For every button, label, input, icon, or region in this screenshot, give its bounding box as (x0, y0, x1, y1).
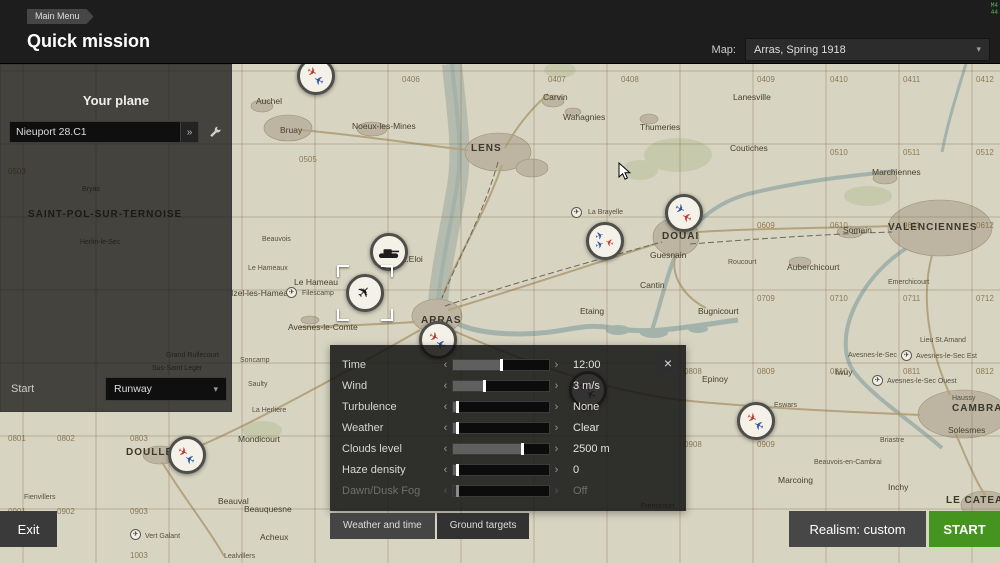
setting-row-weather: Weather‹ › Clear (342, 417, 674, 438)
slider-increase-button[interactable]: › (550, 401, 563, 413)
slider-increase-button[interactable]: › (550, 422, 563, 434)
slider-thumb[interactable] (456, 464, 459, 476)
setting-row-turbulence: Turbulence‹ › None (342, 396, 674, 417)
slider-decrease-button[interactable]: ‹ (439, 380, 452, 392)
setting-value: Off (573, 485, 587, 497)
start-select[interactable]: Runway ▾ (105, 377, 227, 401)
setting-row-haze-density: Haze density‹ › 0 (342, 459, 674, 480)
plane-select-value: Nieuport 28.C1 (10, 126, 180, 138)
quick-mission-screen: { "header": { "breadcrumb": "Main Menu",… (0, 0, 1000, 563)
airfield-icon: ✈ (901, 350, 912, 361)
slider-increase-button[interactable]: › (550, 359, 563, 371)
start-button[interactable]: START (929, 511, 1000, 547)
slider-thumb[interactable] (500, 359, 503, 371)
setting-value: 12:00 (573, 359, 601, 371)
slider-thumb[interactable] (521, 443, 524, 455)
debug-counter: M4 44 (991, 2, 998, 16)
slider-thumb[interactable] (483, 380, 486, 392)
slider-track[interactable] (452, 485, 550, 497)
slider-track[interactable] (452, 443, 550, 455)
slider-track[interactable] (452, 359, 550, 371)
slider-decrease-button[interactable]: ‹ (439, 359, 452, 371)
map-select[interactable]: Arras, Spring 1918 ▾ (745, 38, 990, 61)
map-select-value: Arras, Spring 1918 (754, 44, 846, 56)
header-bar: Main Menu Quick mission Map: Arras, Spri… (0, 0, 1000, 64)
exit-button[interactable]: Exit (0, 511, 57, 547)
setting-label: Wind (342, 380, 439, 392)
airfield-icon: ✈ (872, 375, 883, 386)
slider-decrease-button[interactable]: ‹ (439, 464, 452, 476)
setting-label: Dawn/Dusk Fog (342, 485, 439, 497)
mission-icon[interactable]: ✈✈✈ (586, 222, 624, 260)
mission-icon[interactable]: ✈✈ (168, 436, 206, 474)
setting-value: 3 m/s (573, 380, 600, 392)
slider-increase-button[interactable]: › (550, 485, 563, 497)
panel-title: Your plane (1, 93, 231, 108)
setting-label: Time (342, 359, 439, 371)
dialog-tabs: Weather and timeGround targets (330, 513, 529, 539)
plane-modifications-button[interactable] (205, 122, 225, 142)
selection-brackets (337, 265, 393, 321)
setting-label: Weather (342, 422, 439, 434)
selection-bracket-corner (337, 309, 349, 321)
airfield-icon: ✈ (130, 529, 141, 540)
setting-value: Clear (573, 422, 599, 434)
slider-decrease-button[interactable]: ‹ (439, 422, 452, 434)
close-icon: × (664, 355, 672, 371)
breadcrumb-label: Main Menu (35, 11, 80, 21)
setting-value: 2500 m (573, 443, 610, 455)
slider-track[interactable] (452, 422, 550, 434)
selection-bracket-corner (381, 309, 393, 321)
realism-button[interactable]: Realism: custom (789, 511, 926, 547)
slider-track[interactable] (452, 464, 550, 476)
page-title: Quick mission (27, 31, 150, 52)
setting-label: Clouds level (342, 443, 439, 455)
slider-decrease-button[interactable]: ‹ (439, 401, 452, 413)
settings-rows: Time‹›12:00Wind‹›3 m/sTurbulence‹›NoneWe… (342, 354, 674, 501)
mission-icon[interactable]: ✈✈ (737, 402, 775, 440)
slider-increase-button[interactable]: › (550, 443, 563, 455)
tab-weather-and-time[interactable]: Weather and time (330, 513, 435, 539)
slider-fill (453, 381, 484, 391)
setting-row-time: Time‹ › 12:00 (342, 354, 674, 375)
setting-row-clouds-level: Clouds level‹ › 2500 m (342, 438, 674, 459)
tab-ground-targets[interactable]: Ground targets (437, 513, 530, 539)
setting-value: 0 (573, 464, 579, 476)
slider-decrease-button[interactable]: ‹ (439, 443, 452, 455)
slider-increase-button[interactable]: › (550, 380, 563, 392)
setting-row-dawn-dusk-fog: Dawn/Dusk Fog‹ › Off (342, 480, 674, 501)
plane-expand-button[interactable]: » (180, 122, 198, 142)
slider-fill (453, 360, 501, 370)
tank-icon (378, 246, 400, 259)
slider-fill (453, 444, 522, 454)
airfield-icon: ✈ (286, 287, 297, 298)
selection-bracket-corner (337, 265, 349, 277)
plane-select[interactable]: Nieuport 28.C1 » (9, 121, 199, 143)
setting-label: Turbulence (342, 401, 439, 413)
slider-thumb[interactable] (456, 422, 459, 434)
slider-track[interactable] (452, 380, 550, 392)
your-plane-panel: Your plane Nieuport 28.C1 » Start Runway… (0, 64, 232, 412)
setting-row-wind: Wind‹ › 3 m/s (342, 375, 674, 396)
start-label: Start (11, 383, 34, 395)
slider-increase-button[interactable]: › (550, 464, 563, 476)
start-select-value: Runway (114, 383, 152, 395)
chevron-down-icon: ▾ (976, 44, 981, 55)
weather-time-dialog: × Time‹›12:00Wind‹›3 m/sTurbulence‹›None… (330, 345, 686, 511)
setting-value: None (573, 401, 599, 413)
main-menu-breadcrumb[interactable]: Main Menu (27, 9, 94, 24)
selection-bracket-corner (381, 265, 393, 277)
slider-thumb[interactable] (456, 401, 459, 413)
slider-decrease-button[interactable]: ‹ (439, 485, 452, 497)
chevron-down-icon: ▾ (213, 384, 218, 395)
dialog-close-button[interactable]: × (657, 352, 679, 374)
setting-label: Haze density (342, 464, 439, 476)
mission-icon[interactable]: ✈✈ (665, 194, 703, 232)
wrench-icon (208, 125, 223, 140)
slider-track[interactable] (452, 401, 550, 413)
map-select-label: Map: (712, 44, 736, 56)
airfield-icon: ✈ (571, 207, 582, 218)
slider-thumb[interactable] (456, 485, 459, 497)
